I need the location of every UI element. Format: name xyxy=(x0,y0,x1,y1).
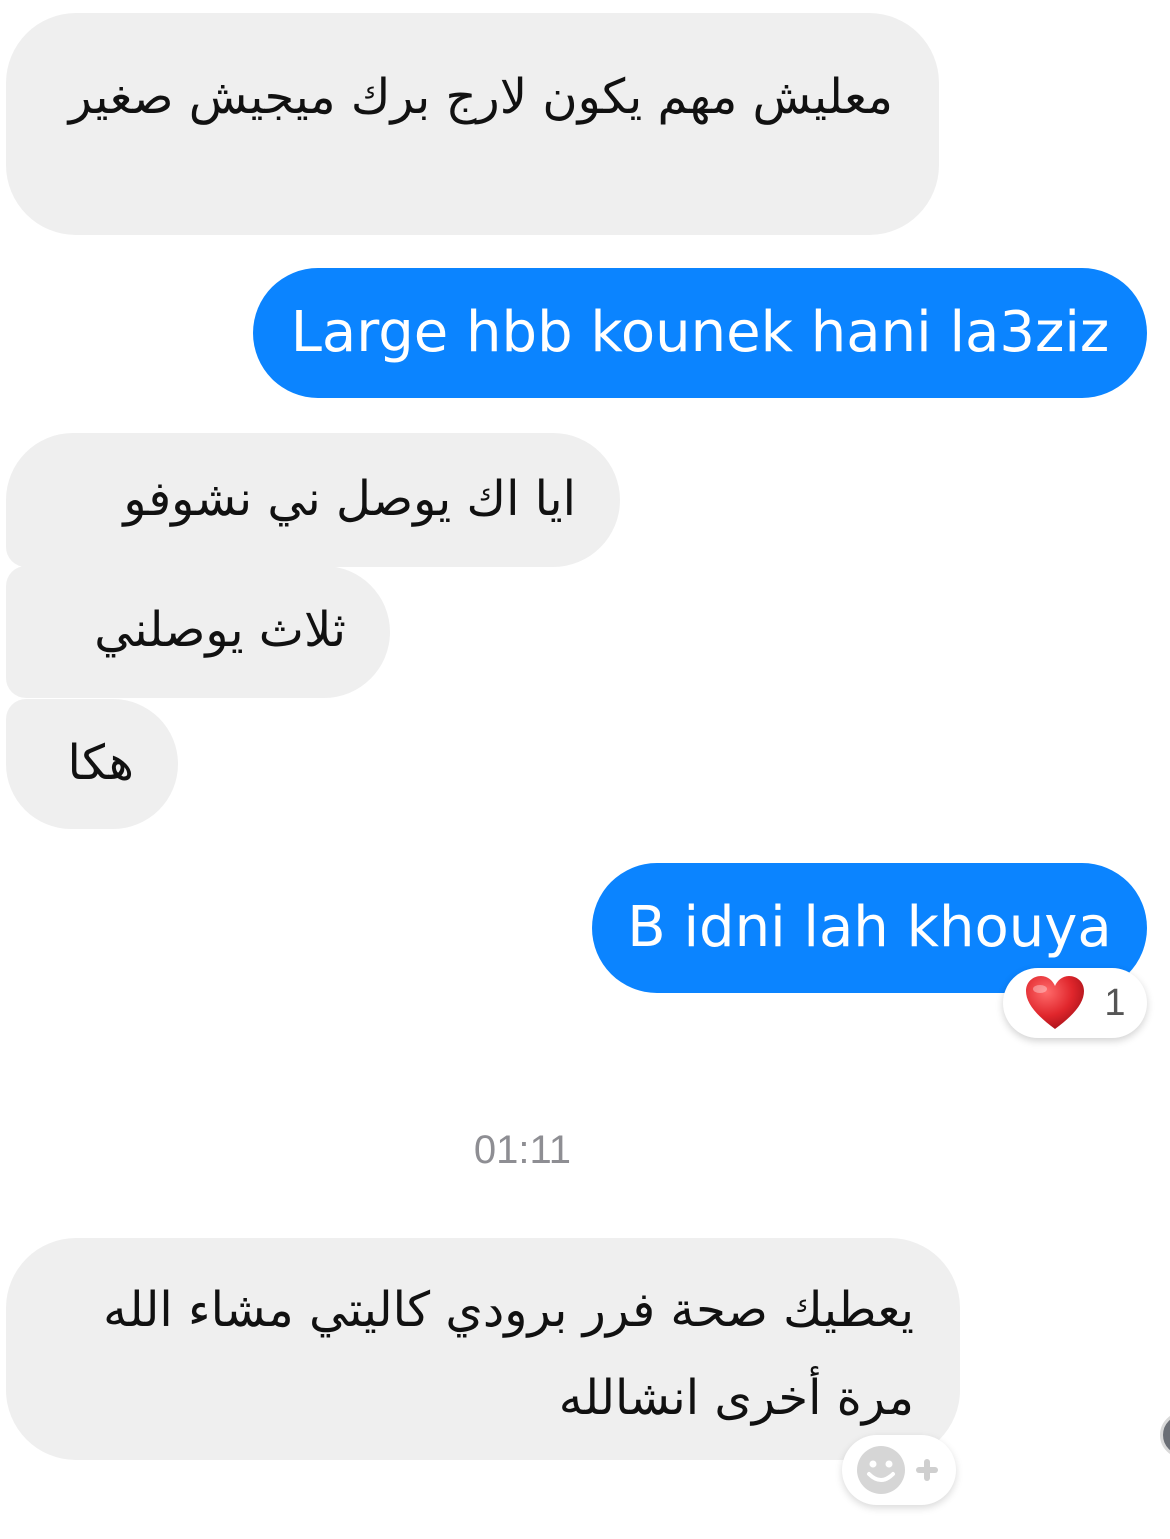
incoming-message[interactable]: ثلاث يوصلني xyxy=(6,566,390,698)
outgoing-message[interactable]: Large hbb kounek hani la3ziz xyxy=(253,268,1147,398)
incoming-message[interactable]: معليش مهم يكون لارج برك ميجيش صغير xyxy=(6,13,939,235)
message-text: يعطيك صحة فرر برودي كاليتي مشاء الله مرة… xyxy=(103,1282,914,1426)
avatar[interactable] xyxy=(1160,1412,1170,1458)
timestamp: 01:11 xyxy=(473,1128,572,1172)
message-text: ايا اك يوصل ني نشوفو xyxy=(123,471,576,527)
message-text: هكا xyxy=(67,735,134,791)
smiley-plus-icon xyxy=(857,1446,938,1494)
message-text: معليش مهم يكون لارج برك ميجيش صغير xyxy=(68,69,893,125)
incoming-message[interactable]: ايا اك يوصل ني نشوفو xyxy=(6,433,620,567)
incoming-message[interactable]: هكا xyxy=(6,699,178,829)
heart-icon xyxy=(1026,976,1085,1029)
add-reaction-button[interactable] xyxy=(842,1435,956,1505)
incoming-message[interactable]: يعطيك صحة فرر برودي كاليتي مشاء الله مرة… xyxy=(6,1238,960,1460)
reaction-count: 1 xyxy=(1104,981,1126,1024)
message-reaction[interactable]: 1 xyxy=(1003,968,1147,1038)
message-text: Large hbb kounek hani la3ziz xyxy=(290,300,1110,365)
chat-thread: معليش مهم يكون لارج برك ميجيش صغير Large… xyxy=(0,0,1170,1539)
message-text: B idni lah khouya xyxy=(627,895,1112,960)
message-text: ثلاث يوصلني xyxy=(94,602,346,658)
